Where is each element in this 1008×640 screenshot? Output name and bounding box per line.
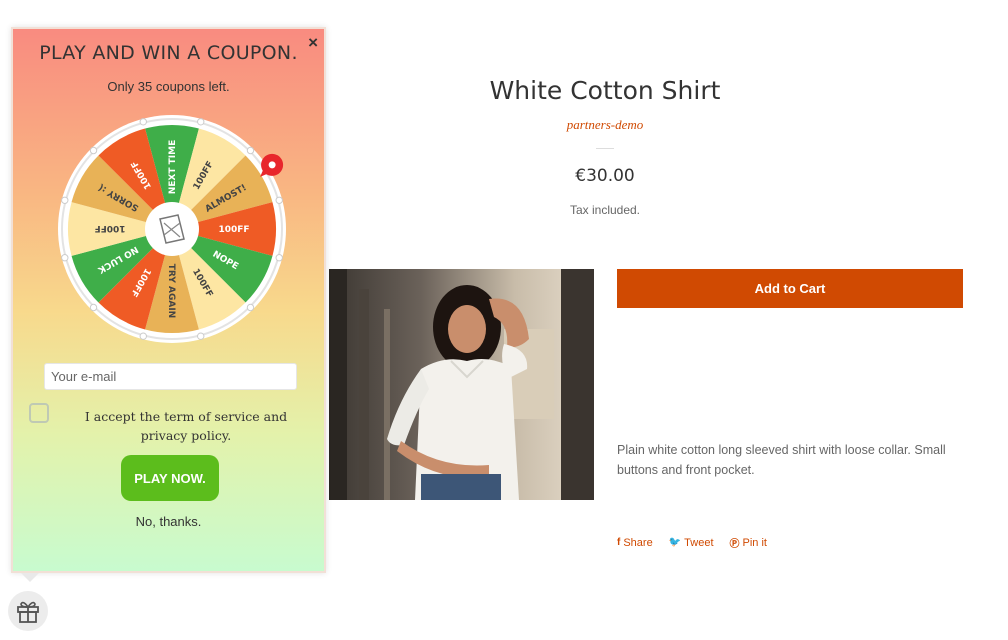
wheel-peg [89, 303, 98, 312]
wheel-peg [61, 196, 69, 204]
wheel-peg [89, 146, 98, 155]
twitter-icon: 🐦 [668, 537, 682, 548]
wheel-peg [139, 332, 147, 340]
wheel-peg [275, 196, 283, 204]
share-facebook-link[interactable]: f Share [617, 535, 653, 550]
wheel-peg [139, 118, 147, 126]
title-divider [596, 148, 614, 149]
product-vendor[interactable]: partners-demo [420, 117, 790, 133]
terms-text: I accept the term of service and privacy… [84, 409, 288, 443]
prize-wheel: NEXT TIME 100FFALMOST!100FFNOPE100FFTRY A… [58, 115, 286, 343]
wheel-peg [246, 303, 255, 312]
product-image[interactable] [329, 269, 594, 500]
share-twitter-label: Tweet [684, 536, 714, 549]
facebook-icon: f [617, 537, 621, 548]
no-thanks-link[interactable]: No, thanks. [13, 514, 324, 529]
add-to-cart-button[interactable]: Add to Cart [617, 269, 963, 308]
wheel-segment-label: 100FF [218, 225, 249, 235]
wheel-peg [197, 118, 205, 126]
wheel-peg [275, 254, 283, 262]
tax-note: Tax included. [569, 203, 641, 217]
play-now-button[interactable]: PLAY NOW. [121, 455, 219, 501]
wheel-peg [197, 332, 205, 340]
popup-tail [21, 573, 39, 582]
wheel-segment-label: 100FF [94, 223, 125, 233]
share-facebook-label: Share [623, 536, 653, 549]
coupon-popup: × PLAY AND WIN A COUPON. Only 35 coupons… [11, 27, 326, 573]
product-title: White Cotton Shirt [489, 76, 721, 105]
wheel-segment-label: NEXT TIME [168, 140, 178, 194]
coupons-left-text: Only 35 coupons left. [107, 79, 230, 94]
gift-launcher-button[interactable] [8, 591, 48, 631]
share-links: f Share 🐦 Tweet Ⓟ Pin it [617, 535, 767, 551]
wheel-peg [61, 254, 69, 262]
product-description: Plain white cotton long sleeved shirt wi… [617, 443, 946, 477]
share-pinterest-link[interactable]: Ⓟ Pin it [729, 535, 767, 551]
popup-title: PLAY AND WIN A COUPON. [39, 42, 298, 64]
share-pinterest-label: Pin it [742, 536, 767, 549]
product-price: €30.00 [575, 166, 635, 186]
email-input[interactable] [44, 363, 297, 390]
wheel-peg [246, 146, 255, 155]
gift-icon [17, 601, 39, 623]
pinterest-icon: Ⓟ [729, 539, 740, 550]
wheel-segment-label: TRY AGAIN [166, 264, 176, 318]
terms-checkbox[interactable] [29, 403, 49, 423]
share-twitter-link[interactable]: 🐦 Tweet [669, 535, 714, 550]
